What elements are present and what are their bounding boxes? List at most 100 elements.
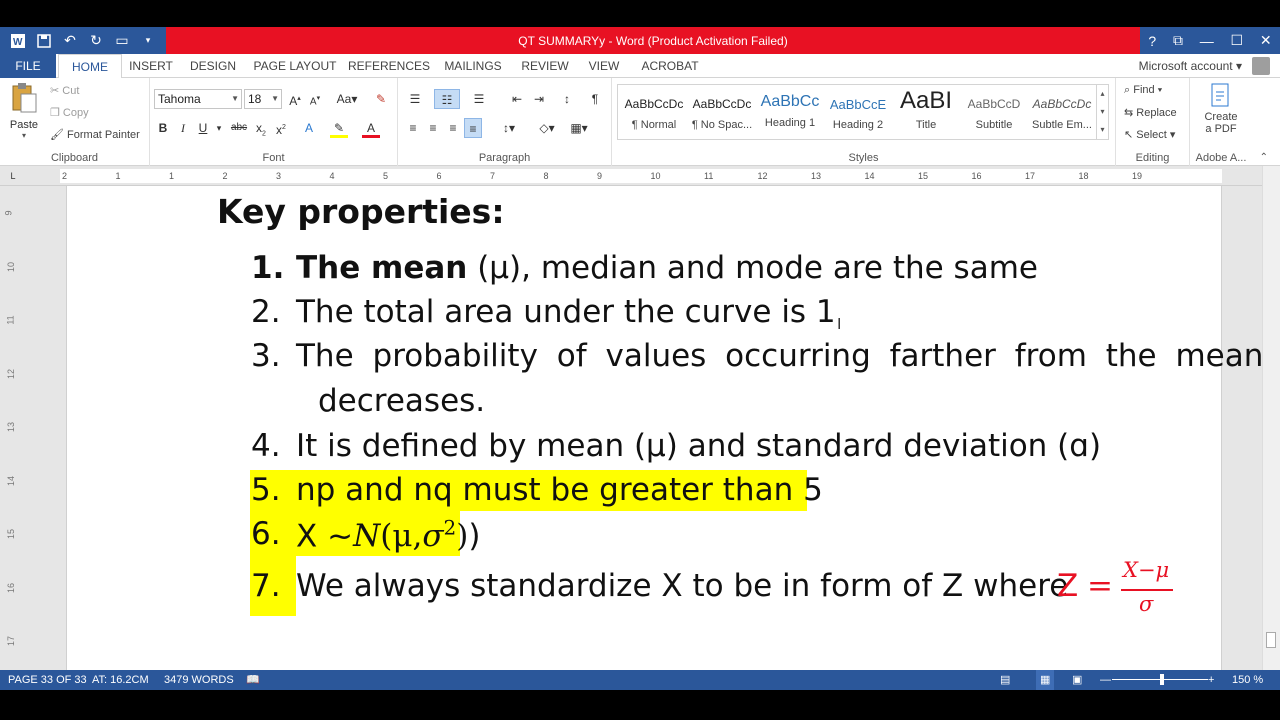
text-effects-icon[interactable]: A [300, 118, 318, 138]
page-count[interactable]: PAGE 33 OF 33 [8, 670, 87, 690]
style-preview: AaBbCcDc [1032, 97, 1092, 111]
scrollbar-thumb[interactable] [1266, 632, 1276, 648]
tab-home[interactable]: HOME [58, 54, 122, 79]
underline-dropdown-icon[interactable]: ▾ [210, 118, 228, 138]
ribbon-display-icon[interactable]: ⧉ [1173, 32, 1183, 49]
create-pdf-button[interactable]: Create a PDF [1198, 82, 1244, 135]
superscript-icon[interactable]: x2 [272, 118, 290, 138]
web-layout-icon[interactable]: ▣ [1072, 670, 1082, 690]
redo-icon[interactable]: ↻ [84, 30, 108, 52]
ruler-number: 19 [1132, 171, 1143, 181]
numbering-icon[interactable]: ☷ [434, 89, 460, 109]
italic-icon[interactable]: I [174, 118, 192, 138]
align-right-icon[interactable]: ≡ [444, 118, 462, 138]
multilevel-list-icon[interactable]: ☰ [468, 89, 490, 109]
subscript-icon[interactable]: x2 [252, 118, 270, 138]
style-subtitle[interactable]: AaBbCcD Subtitle [960, 85, 1028, 139]
svg-text:W: W [13, 37, 23, 48]
ruler-number: 9 [597, 171, 603, 181]
tab-selector[interactable]: L [6, 169, 20, 183]
tab-acrobat[interactable]: ACROBAT [636, 54, 704, 78]
customize-qat-icon[interactable]: ▾ [136, 30, 160, 52]
tab-references[interactable]: REFERENCES [348, 54, 430, 78]
avatar[interactable] [1252, 57, 1270, 75]
style-heading-1[interactable]: AaBbCc Heading 1 [756, 85, 824, 139]
paste-button[interactable]: Paste ▾ [6, 82, 42, 146]
close-icon[interactable]: ✕ [1260, 32, 1272, 49]
undo-icon[interactable]: ↶ [58, 30, 82, 52]
shading-icon[interactable]: ◇▾ [534, 118, 560, 138]
window-title: QT SUMMARYy - Word (Product Activation F… [166, 27, 1140, 54]
read-mode-icon[interactable]: ▤ [1000, 670, 1010, 690]
vertical-scrollbar[interactable] [1262, 166, 1280, 670]
top-letterbox [0, 0, 1280, 27]
zoom-level[interactable]: 150 % [1232, 670, 1263, 690]
zoom-in-icon[interactable]: + [1208, 670, 1214, 690]
strikethrough-icon[interactable]: abc [228, 118, 250, 138]
print-layout-icon[interactable]: ▦ [1036, 670, 1055, 690]
tab-review[interactable]: REVIEW [516, 54, 574, 78]
highlight-color-icon[interactable]: ✎ [330, 118, 348, 138]
document-page[interactable]: Key properties: 1. The mean (μ), median … [66, 186, 1263, 670]
vertical-ruler-number: 9 [3, 210, 14, 216]
zoom-slider-thumb[interactable] [1160, 674, 1164, 685]
tab-page-layout[interactable]: PAGE LAYOUT [250, 54, 340, 78]
maximize-icon[interactable]: ☐ [1231, 32, 1244, 49]
minimize-icon[interactable]: — [1200, 33, 1214, 49]
tab-file[interactable]: FILE [0, 54, 56, 78]
tab-mailings[interactable]: MAILINGS [438, 54, 508, 78]
word-count[interactable]: 3479 WORDS [164, 670, 234, 690]
style-subtle-emphasis[interactable]: AaBbCcDc Subtle Em... [1028, 85, 1096, 139]
cursor-icon: ↖ [1124, 129, 1137, 141]
style-no-spacing[interactable]: AaBbCcDc ¶ No Spac... [688, 85, 756, 139]
justify-icon[interactable]: ≡ [464, 118, 482, 138]
format-painter-label: Format Painter [67, 129, 140, 141]
grow-font-icon[interactable]: A▴ [286, 89, 304, 109]
line-spacing-icon[interactable]: ↕▾ [496, 118, 522, 138]
select-button[interactable]: ↖ Select ▾ [1124, 128, 1175, 141]
format-painter-button[interactable]: 🖌 Format Painter [50, 128, 140, 141]
list-number: 2. [251, 294, 281, 330]
bold-icon[interactable]: B [154, 118, 172, 138]
ruler-number: 6 [436, 171, 442, 181]
style-heading-2[interactable]: AaBbCcE Heading 2 [824, 85, 892, 139]
account-link[interactable]: Microsoft account ▾ [1139, 54, 1242, 78]
shrink-font-icon[interactable]: A▾ [306, 89, 324, 109]
list-number: 1. [251, 250, 285, 286]
collapse-ribbon-icon[interactable]: ⌃ [1260, 152, 1268, 163]
bullets-icon[interactable]: ☰ [404, 89, 426, 109]
decrease-indent-icon[interactable]: ⇤ [508, 89, 526, 109]
help-icon[interactable]: ? [1148, 33, 1156, 49]
borders-icon[interactable]: ▦▾ [566, 118, 592, 138]
style-title[interactable]: AaBI Title [892, 85, 960, 139]
zoom-out-icon[interactable]: — [1100, 670, 1111, 690]
font-color-icon[interactable]: A [362, 118, 380, 138]
sort-icon[interactable]: ↕ [558, 89, 576, 109]
style-normal[interactable]: AaBbCcDc ¶ Normal [620, 85, 688, 139]
align-center-icon[interactable]: ≡ [424, 118, 442, 138]
cut-button[interactable]: ✂ Cut [50, 84, 79, 97]
copy-button[interactable]: ❐ Copy [50, 106, 89, 119]
replace-button[interactable]: ⇆ Replace [1124, 106, 1177, 119]
find-button[interactable]: ⌕ Find ▾ [1124, 84, 1162, 97]
tab-view[interactable]: VIEW [584, 54, 624, 78]
tab-insert[interactable]: INSERT [124, 54, 178, 78]
scissors-icon: ✂ [50, 85, 63, 97]
clear-formatting-icon[interactable]: ✎ [372, 89, 390, 109]
open-folder-icon[interactable]: ▭ [110, 30, 134, 52]
cut-label: Cut [62, 85, 80, 97]
increase-indent-icon[interactable]: ⇥ [530, 89, 548, 109]
style-name: ¶ Normal [631, 119, 677, 131]
proofing-icon[interactable]: 📖 [246, 670, 260, 690]
align-left-icon[interactable]: ≡ [404, 118, 422, 138]
styles-scroll[interactable]: ▴ ▾ ▾ [1096, 85, 1108, 139]
save-icon[interactable] [32, 30, 56, 52]
vertical-ruler-number: 13 [6, 421, 17, 433]
show-formatting-icon[interactable]: ¶ [586, 89, 604, 109]
brush-icon: 🖌 [50, 129, 68, 141]
style-name: Subtle Em... [1032, 119, 1092, 131]
tab-design[interactable]: DESIGN [184, 54, 242, 78]
change-case-icon[interactable]: Aa▾ [334, 89, 360, 109]
font-size-select[interactable]: 18 ▼ [244, 89, 282, 109]
font-name-select[interactable]: Tahoma ▼ [154, 89, 242, 109]
